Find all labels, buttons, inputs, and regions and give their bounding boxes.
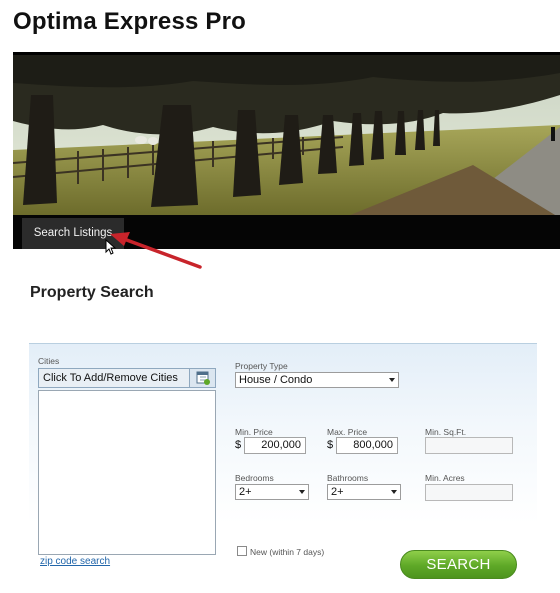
bedrooms-value: 2+ [239,486,252,498]
max-price-currency: $ [327,439,334,451]
bathrooms-select[interactable]: 2+ [327,484,401,500]
site-title: Optima Express Pro [13,8,247,35]
bedrooms-select[interactable]: 2+ [235,484,309,500]
min-sqft-label: Min. Sq.Ft. [425,427,467,437]
property-type-value: House / Condo [239,374,313,386]
min-sqft-input[interactable] [425,437,513,454]
cities-label: Cities [38,356,60,366]
min-price-input[interactable]: 200,000 [244,437,306,454]
property-type-label: Property Type [235,361,288,371]
mouse-cursor-icon [105,239,117,255]
min-price-currency: $ [235,439,242,451]
chevron-down-icon [389,378,395,382]
header-banner: Search Listings [13,52,560,249]
nav-bar: Search Listings [13,215,560,249]
search-button[interactable]: SEARCH [400,550,517,579]
tree-lined-path-photo [13,55,560,218]
max-price-label: Max. Price [327,427,368,437]
cities-list[interactable] [38,390,216,555]
calendar-add-icon[interactable] [189,368,216,388]
zip-code-search-link[interactable]: zip code search [40,556,110,567]
new-listings-checkbox[interactable] [237,546,247,556]
bathrooms-value: 2+ [331,486,344,498]
property-search-form: Cities Click To Add/Remove Cities zip co… [29,343,537,583]
bedrooms-label: Bedrooms [235,473,274,483]
page-title: Property Search [30,284,154,301]
new-listings-label: New (within 7 days) [250,547,325,557]
bathrooms-label: Bathrooms [327,473,369,483]
min-acres-input[interactable] [425,484,513,501]
min-price-label: Min. Price [235,427,273,437]
min-acres-label: Min. Acres [425,473,465,483]
property-type-select[interactable]: House / Condo [235,372,399,388]
max-price-input[interactable]: 800,000 [336,437,398,454]
chevron-down-icon [391,490,397,494]
chevron-down-icon [299,490,305,494]
